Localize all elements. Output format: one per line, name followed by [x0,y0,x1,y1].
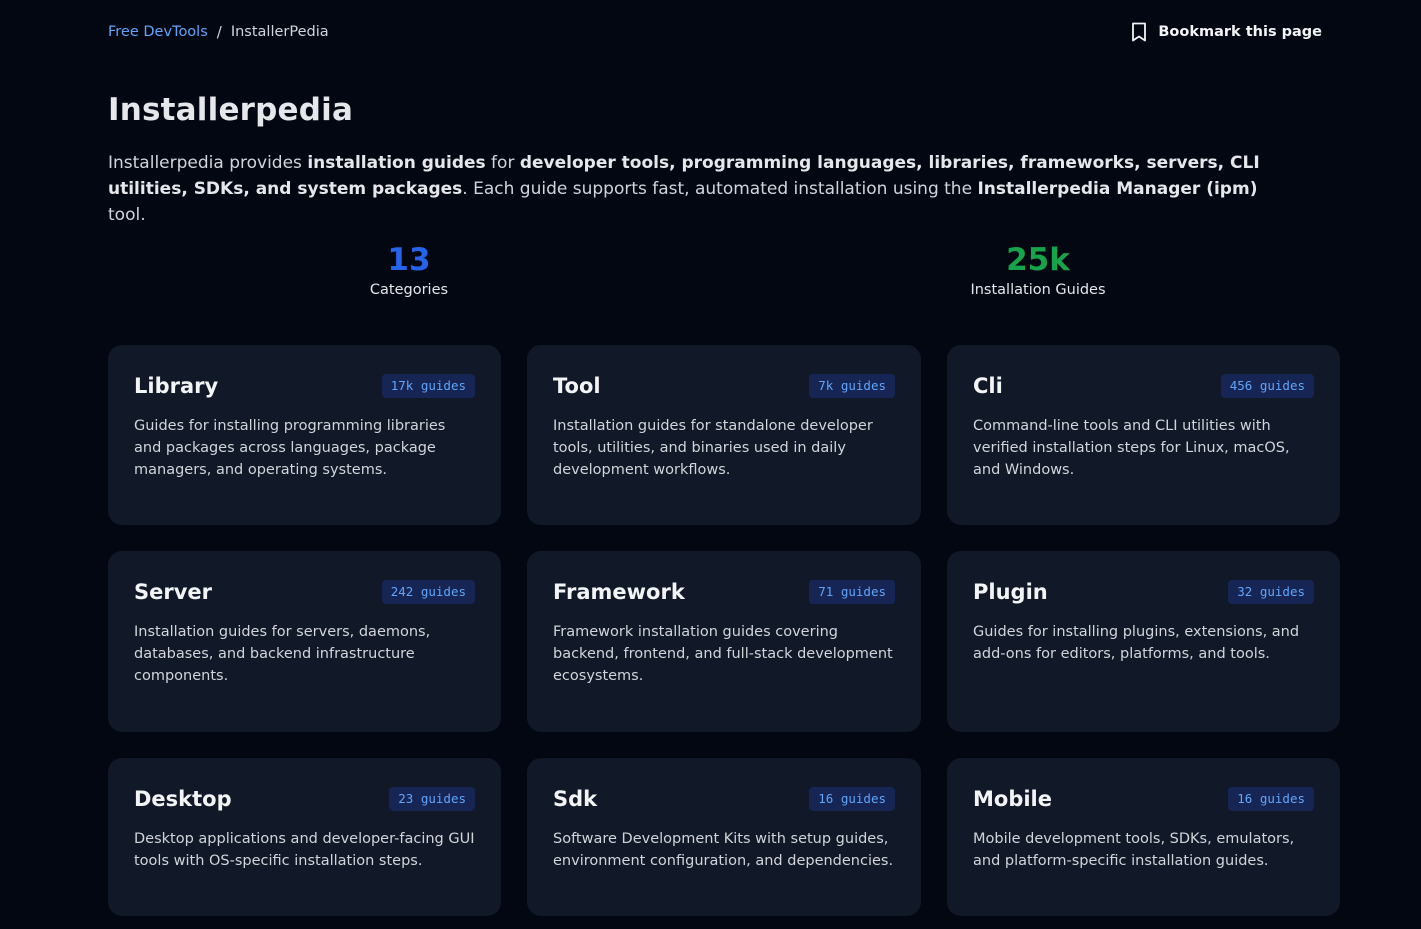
guide-count-badge: 242 guides [381,580,475,604]
stat-guides-label: Installation Guides [970,282,1106,298]
guide-count-badge: 16 guides [1228,787,1314,811]
stat-guides-value: 25k [1006,242,1070,278]
card-title: Tool [553,374,601,398]
category-card-tool[interactable]: Tool 7k guides Installation guides for st… [527,345,921,525]
breadcrumb-link-free-devtools[interactable]: Free DevTools [108,24,208,40]
card-description: Guides for installing plugins, extension… [973,624,1300,662]
stat-guides: 25k Installation Guides [928,240,1148,300]
page: Free DevTools / InstallerPedia Bookmark … [0,0,1421,929]
category-card-mobile[interactable]: Mobile 16 guides Mobile development tools… [947,758,1340,916]
category-card-sdk[interactable]: Sdk 16 guides Software Development Kits w… [527,758,921,916]
intro-part: tool. [108,205,146,225]
breadcrumb-current: InstallerPedia [230,24,329,40]
stat-categories-value: 13 [387,242,431,278]
top-bar: Free DevTools / InstallerPedia Bookmark … [108,20,1322,44]
card-description: Guides for installing programming librar… [134,418,446,478]
category-card-plugin[interactable]: Plugin 32 guides Guides for installing pl… [947,551,1340,732]
guide-count-badge: 23 guides [389,787,475,811]
breadcrumb: Free DevTools / InstallerPedia [108,23,329,41]
category-card-desktop[interactable]: Desktop 23 guides Desktop applications an… [108,758,501,916]
bookmark-label: Bookmark this page [1158,24,1322,40]
bookmark-button[interactable]: Bookmark this page [1130,22,1322,42]
card-title: Server [134,580,213,604]
category-card-server[interactable]: Server 242 guides Installation guides for… [108,551,501,732]
card-title: Mobile [973,787,1052,811]
card-description: Installation guides for servers, daemons… [134,624,431,684]
card-title: Desktop [134,787,232,811]
card-title: Sdk [553,787,598,811]
guide-count-badge: 16 guides [809,787,895,811]
bookmark-icon [1130,22,1148,42]
intro-part: . Each guide supports fast, automated in… [462,179,978,199]
card-description: Mobile development tools, SDKs, emulator… [973,831,1295,869]
intro-part: for [485,153,520,173]
stat-categories: 13 Categories [299,240,519,300]
card-description: Desktop applications and developer-facin… [134,831,475,869]
breadcrumb-separator: / [216,23,222,41]
guide-count-badge: 456 guides [1220,374,1314,398]
category-grid: Library 17k guides Guides for installing … [108,345,1340,916]
guide-count-badge: 17k guides [381,374,475,398]
page-title: Installerpedia [108,92,354,128]
card-description: Command-line tools and CLI utilities wit… [973,418,1290,478]
intro-text: Installerpedia provides installation gui… [108,150,1298,228]
guide-count-badge: 71 guides [809,580,895,604]
card-title: Library [134,374,219,398]
grid-gap [108,525,1340,551]
card-title: Cli [973,374,1003,398]
guide-count-badge: 32 guides [1228,580,1314,604]
card-title: Plugin [973,580,1048,604]
category-card-library[interactable]: Library 17k guides Guides for installing … [108,345,501,525]
grid-gap [108,732,1340,758]
category-card-framework[interactable]: Framework 71 guides Framework installatio… [527,551,921,732]
card-description: Installation guides for standalone devel… [553,418,873,478]
guide-count-badge: 7k guides [809,374,895,398]
intro-part: Installerpedia provides [108,153,308,173]
card-description: Framework installation guides covering b… [553,624,893,684]
stat-categories-label: Categories [369,282,449,298]
intro-emphasis: Installerpedia Manager (ipm) [977,179,1258,199]
card-title: Framework [553,580,685,604]
category-card-cli[interactable]: Cli 456 guides Command-line tools and CLI… [947,345,1340,525]
card-description: Software Development Kits with setup gui… [553,831,894,869]
intro-emphasis: installation guides [307,153,486,173]
